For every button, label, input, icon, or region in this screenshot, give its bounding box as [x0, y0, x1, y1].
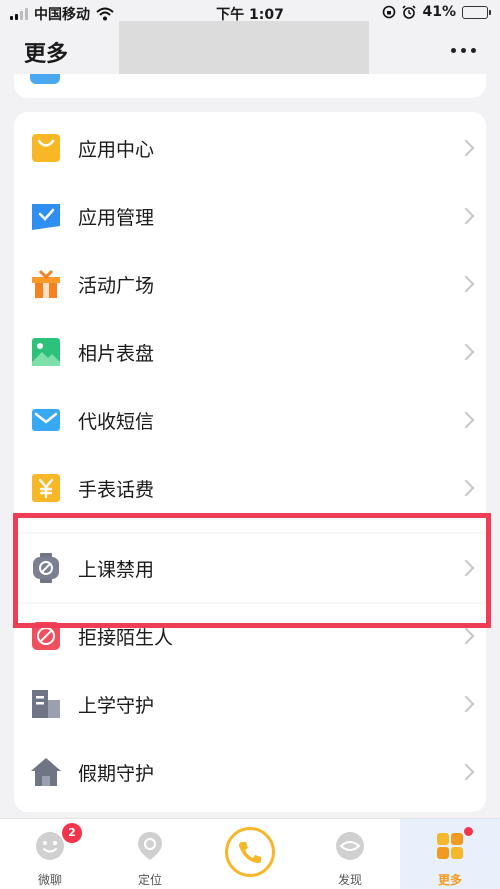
notification-dot [464, 827, 473, 836]
menu-item-activity-square[interactable]: 活动广场 [14, 250, 486, 318]
gift-icon [32, 269, 60, 298]
menu-item-holiday-guard[interactable]: 假期守护 [14, 738, 486, 806]
watch-disable-icon [33, 553, 59, 583]
lock-rotation-icon [383, 5, 396, 19]
menu-item-app-manage[interactable]: 应用管理 [14, 182, 486, 250]
page-title: 更多 [24, 42, 69, 67]
menu-item-label: 手表话费 [78, 478, 155, 501]
chevron-right-icon [457, 207, 475, 225]
home-icon [31, 758, 61, 786]
chevron-right-icon [457, 343, 475, 361]
chevron-right-icon [457, 695, 475, 713]
menu-item-label: 上学守护 [78, 694, 155, 717]
mail-icon [32, 409, 60, 431]
chevron-right-icon [457, 411, 475, 429]
nav-label: 更多 [437, 873, 462, 887]
menu-item-label: 相片表盘 [78, 342, 155, 365]
chevron-right-icon [457, 627, 475, 645]
nav-label: 发现 [337, 873, 362, 887]
menu-item-app-center[interactable]: 应用中心 [14, 114, 486, 182]
phone-icon [239, 842, 261, 863]
nav-location[interactable]: 定位 [100, 819, 200, 889]
app-manage-icon [32, 204, 60, 230]
app-center-icon [32, 134, 60, 162]
top-card-partial [14, 74, 486, 98]
unread-badge: 2 [62, 823, 82, 843]
menu-item-school-guard[interactable]: 上学守护 [14, 670, 486, 738]
nav-call[interactable] [200, 819, 300, 889]
call-button[interactable] [225, 827, 275, 877]
nav-discover[interactable]: 发现 [300, 819, 400, 889]
chat-smile-icon [36, 832, 64, 860]
chevron-right-icon [457, 479, 475, 497]
menu-item-reject-strangers[interactable]: 拒接陌生人 [14, 602, 486, 670]
nav-label: 定位 [137, 873, 162, 887]
menu-card: 应用中心 应用管理 活动广场 相片表盘 代收短信 手表话费 上课禁用 拒接陌生人… [14, 112, 486, 812]
reject-call-icon [32, 622, 60, 650]
bottom-nav: 2 微聊 定位 发现 更多 [0, 818, 500, 889]
nav-label: 微聊 [37, 873, 62, 887]
menu-item-label: 活动广场 [78, 274, 155, 297]
photo-icon [32, 338, 60, 366]
menu-item-photo-dial[interactable]: 相片表盘 [14, 318, 486, 386]
discover-eye-icon [336, 832, 364, 860]
menu-item-label: 应用管理 [78, 206, 155, 229]
menu-item-label: 假期守护 [78, 762, 155, 785]
chevron-right-icon [457, 763, 475, 781]
chevron-right-icon [457, 139, 475, 157]
more-options-icon[interactable] [451, 48, 476, 53]
alarm-icon [402, 5, 417, 19]
school-building-icon [32, 690, 60, 718]
menu-item-label: 代收短信 [78, 410, 155, 433]
nav-more[interactable]: 更多 [400, 819, 500, 889]
menu-item-watch-fee[interactable]: 手表话费 [14, 454, 486, 522]
nav-chat[interactable]: 2 微聊 [0, 819, 100, 889]
header: 更多 [0, 21, 500, 80]
partial-icon [30, 74, 60, 84]
battery-percent: 41% [422, 4, 456, 20]
redacted-area [119, 21, 369, 80]
chevron-right-icon [457, 275, 475, 293]
status-right: 41% [382, 4, 491, 20]
menu-item-label: 上课禁用 [78, 558, 155, 581]
menu-item-label: 拒接陌生人 [78, 626, 174, 649]
chevron-right-icon [457, 559, 475, 577]
menu-item-label: 应用中心 [78, 138, 155, 161]
menu-item-sms-proxy[interactable]: 代收短信 [14, 386, 486, 454]
more-grid-icon [437, 833, 463, 859]
battery-icon [462, 5, 491, 19]
menu-item-class-disable[interactable]: 上课禁用 [14, 534, 486, 602]
location-pin-icon [138, 832, 162, 860]
yuan-icon [32, 474, 60, 502]
